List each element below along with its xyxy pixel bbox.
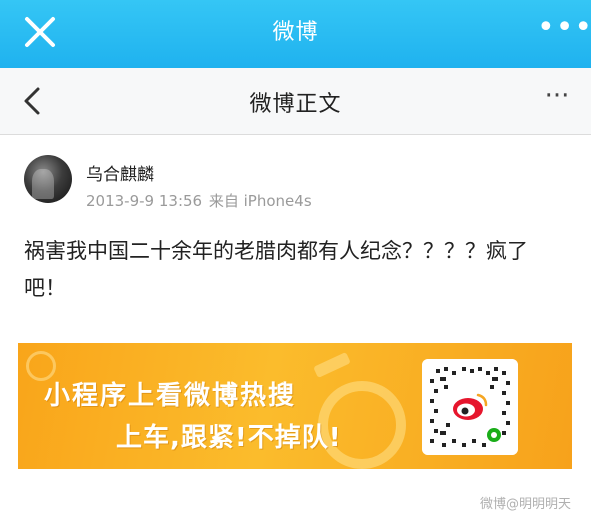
- post-text: 祸害我中国二十余年的老腊肉都有人纪念？？？？疯了吧！: [24, 239, 528, 300]
- mini-program-banner[interactable]: 小程序上看微博热搜 上车,跟紧!不掉队!: [18, 343, 572, 469]
- more-horizontal-icon[interactable]: •••: [537, 13, 591, 44]
- page-navbar: 微博正文 ···: [0, 68, 591, 135]
- username[interactable]: 乌合麒麟: [86, 160, 154, 185]
- page-title: 微博正文: [249, 92, 342, 117]
- post-meta: 2013-9-9 13:56 来自 iPhone4s: [86, 190, 312, 211]
- watermark: 微博@明明明天: [479, 497, 571, 512]
- app-title: 微博: [272, 20, 319, 45]
- banner-subline: 上车,跟紧!不掉队!: [116, 423, 342, 453]
- post-more-button[interactable]: ···: [539, 83, 575, 112]
- post-timestamp: 2013-9-9 13:56: [86, 192, 203, 210]
- weibo-qr-code-icon[interactable]: [422, 359, 518, 455]
- banner-headline: 小程序上看微博热搜: [44, 381, 297, 411]
- app-header: 微博 •••: [0, 0, 591, 68]
- post-source: 来自 iPhone4s: [208, 192, 312, 210]
- weibo-post: 乌合麒麟 2013-9-9 13:56 来自 iPhone4s 祸害我中国二十余…: [0, 135, 591, 518]
- banner-decoration: [313, 351, 351, 379]
- avatar[interactable]: [24, 155, 72, 203]
